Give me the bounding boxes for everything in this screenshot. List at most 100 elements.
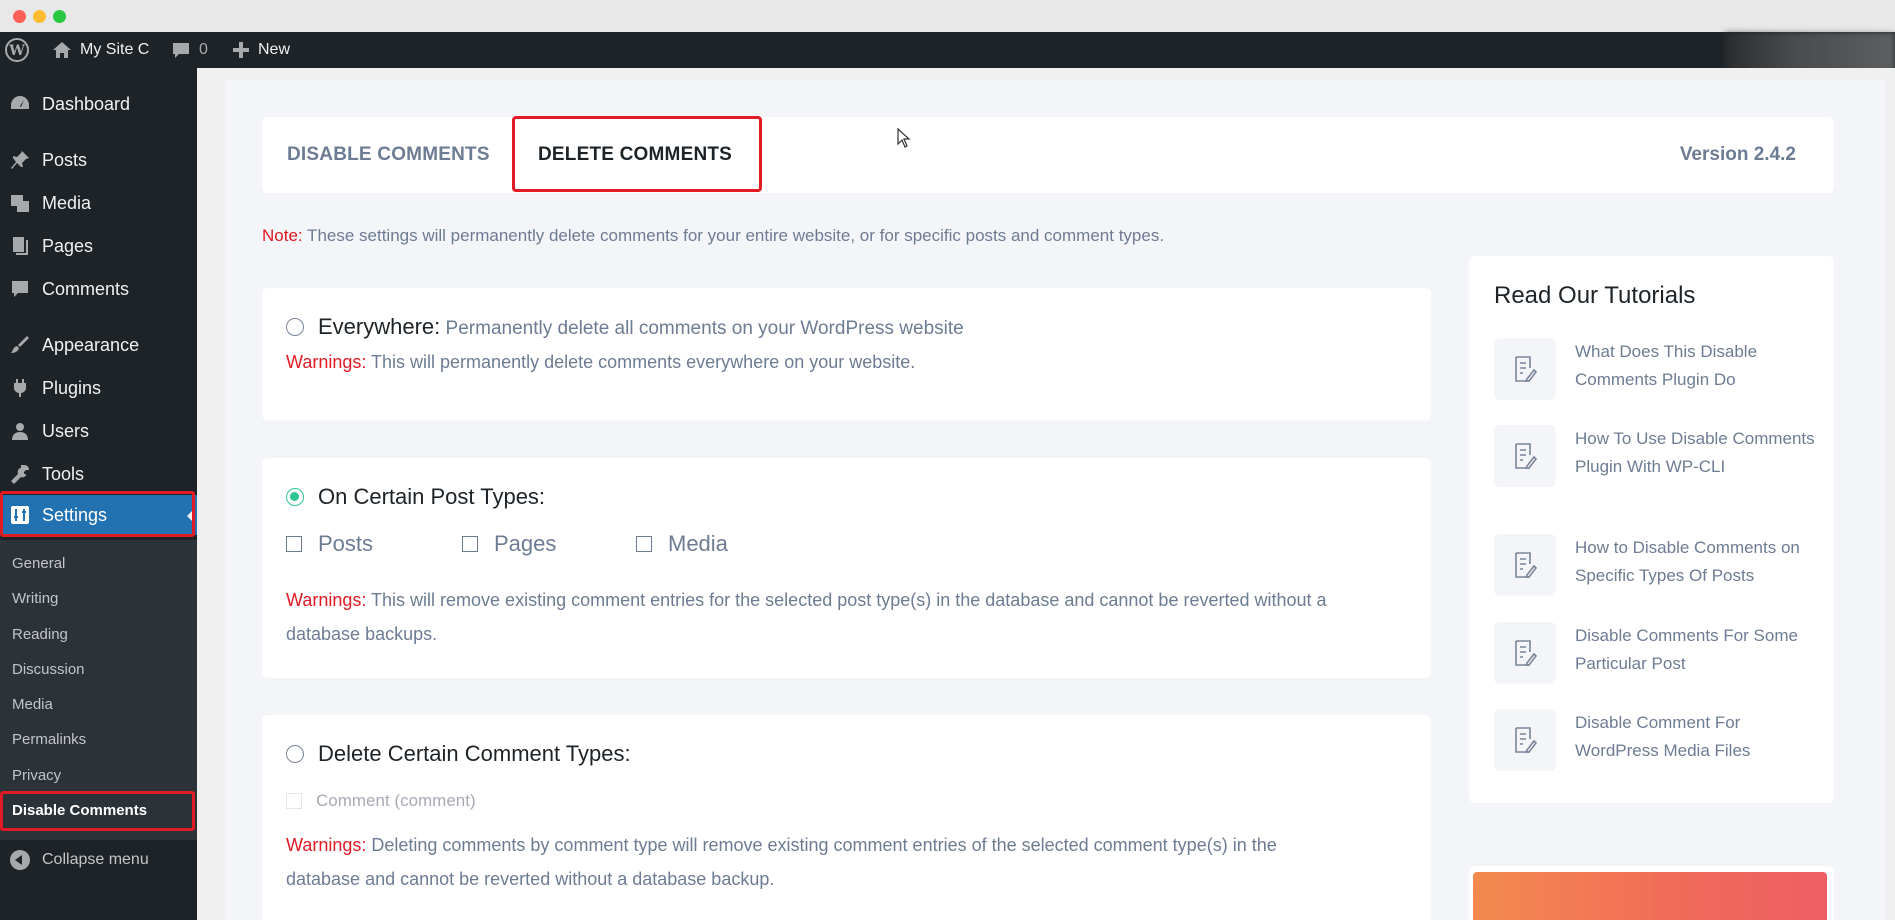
warning-label: Warnings: [286, 352, 367, 372]
svg-text:W: W [8, 43, 25, 59]
sidebar-item-media[interactable]: Media [0, 183, 197, 223]
submenu-reading[interactable]: Reading [12, 626, 68, 643]
sidebar-item-label: Posts [42, 149, 88, 170]
delete-tab-highlight-box [512, 116, 762, 192]
tutorial-link[interactable]: What Does This Disable Comments Plugin D… [1494, 338, 1824, 400]
tutorial-link[interactable]: Disable Comments For Some Particular Pos… [1494, 622, 1824, 684]
sidebar-item-label: Tools [42, 463, 85, 484]
tutorial-title: How to Disable Comments on Specific Type… [1575, 538, 1800, 585]
plus-icon [233, 42, 249, 58]
submenu-permalinks[interactable]: Permalinks [12, 731, 86, 748]
new-content-link[interactable]: New [232, 32, 290, 68]
warning-text: Deleting comments by comment type will r… [286, 835, 1277, 889]
tutorial-link[interactable]: How to Disable Comments on Specific Type… [1494, 534, 1824, 596]
sidebar-item-label: Plugins [42, 377, 102, 398]
version-label: Version 2.4.2 [1679, 144, 1796, 165]
wrench-icon [9, 463, 31, 485]
submenu-writing[interactable]: Writing [12, 590, 58, 607]
sidebar-item-dashboard[interactable]: Dashboard [0, 84, 197, 124]
promo-banner[interactable] [1473, 872, 1827, 920]
tutorials-box: Read Our Tutorials What Does This Disabl… [1469, 256, 1834, 803]
sidebar-item-label: Comments [42, 278, 130, 299]
sidebar-item-plugins[interactable]: Plugins [0, 368, 197, 408]
wordpress-logo-icon[interactable]: W [4, 32, 30, 68]
close-window-button[interactable] [13, 10, 26, 23]
everywhere-radio[interactable] [286, 318, 304, 336]
site-name: My Site C [80, 41, 150, 58]
comment-bubble-icon [173, 43, 189, 58]
admin-bar: W My Site C 0 New [0, 32, 1895, 72]
sidebar-item-posts[interactable]: Posts [0, 140, 197, 180]
everywhere-title: Everywhere: [318, 314, 441, 339]
document-edit-icon [1494, 709, 1556, 771]
everywhere-option: Everywhere: Permanently delete all comme… [318, 314, 964, 340]
everywhere-warning: Warnings: This will permanently delete c… [286, 345, 1351, 379]
option-card-comment-types: Delete Certain Comment Types: Comment (c… [262, 715, 1431, 920]
user-icon [9, 420, 31, 442]
mouse-cursor-icon [897, 128, 911, 148]
tab-disable-comments[interactable]: DISABLE COMMENTS [287, 117, 490, 193]
media-checkbox-label: Media [668, 531, 728, 556]
everywhere-desc: Permanently delete all comments on your … [440, 318, 964, 339]
pages-checkbox[interactable] [462, 536, 478, 552]
posts-checkbox-label: Posts [318, 531, 374, 556]
post-types-title: On Certain Post Types: [318, 484, 546, 509]
tutorials-title: Read Our Tutorials [1494, 282, 1696, 309]
warning-label: Warnings: [286, 835, 367, 855]
site-name-link[interactable]: My Site C [52, 32, 149, 68]
media-checkbox[interactable] [636, 536, 652, 552]
posts-checkbox[interactable] [286, 536, 302, 552]
submenu-discussion[interactable]: Discussion [12, 661, 85, 678]
sidebar-item-tools[interactable]: Tools [0, 454, 197, 494]
submenu-general[interactable]: General [12, 555, 65, 572]
pin-icon [9, 149, 31, 171]
maximize-window-button[interactable] [53, 10, 66, 23]
dashboard-icon [9, 93, 31, 115]
warning-text: This will remove existing comment entrie… [286, 590, 1327, 644]
pages-checkbox-label: Pages [494, 531, 557, 556]
sidebar-item-appearance[interactable]: Appearance [0, 325, 197, 365]
comment-type-checkbox-label: Comment (comment) [316, 791, 476, 810]
minimize-window-button[interactable] [33, 10, 46, 23]
comments-link[interactable]: 0 [171, 32, 208, 68]
post-types-radio[interactable] [286, 488, 304, 506]
comment-types-radio[interactable] [286, 745, 304, 763]
sidebar-item-label: Appearance [42, 334, 140, 355]
document-edit-icon [1494, 534, 1556, 596]
tutorial-title: How To Use Disable Comments Plugin With … [1575, 429, 1815, 476]
sidebar-item-users[interactable]: Users [0, 411, 197, 451]
media-icon [9, 192, 31, 214]
post-types-warning: Warnings: This will remove existing comm… [286, 583, 1351, 651]
account-area[interactable] [1725, 32, 1895, 72]
tutorial-title: What Does This Disable Comments Plugin D… [1575, 342, 1758, 389]
tutorial-title: Disable Comment For WordPress Media File… [1575, 713, 1751, 760]
comment-types-title: Delete Certain Comment Types: [318, 741, 631, 766]
tutorial-title: Disable Comments For Some Particular Pos… [1575, 626, 1798, 673]
sidebar-item-label: Users [42, 420, 90, 441]
sidebar-item-pages[interactable]: Pages [0, 226, 197, 266]
submenu-media[interactable]: Media [12, 696, 53, 713]
window-titlebar [0, 0, 1895, 32]
plug-icon [9, 377, 31, 399]
collapse-label: Collapse menu [42, 851, 149, 868]
comments-count: 0 [199, 41, 208, 58]
tutorial-link[interactable]: How To Use Disable Comments Plugin With … [1494, 425, 1824, 515]
comment-type-checkbox[interactable] [286, 793, 302, 809]
settings-note: Note: These settings will permanently de… [262, 226, 1164, 246]
document-edit-icon [1494, 622, 1556, 684]
submenu-privacy[interactable]: Privacy [12, 767, 61, 784]
collapse-menu-button[interactable]: Collapse menu [0, 842, 197, 878]
tutorial-link[interactable]: Disable Comment For WordPress Media File… [1494, 709, 1824, 771]
home-icon [53, 42, 71, 58]
sidebar-item-label: Pages [42, 235, 94, 256]
sidebar-item-label: Dashboard [42, 93, 131, 114]
tab-bar: DISABLE COMMENTS DELETE COMMENTS Version… [262, 117, 1834, 193]
sidebar-item-comments[interactable]: Comments [0, 269, 197, 309]
collapse-arrow-icon [10, 850, 30, 870]
disable-comments-highlight-box [0, 791, 195, 831]
document-edit-icon [1494, 425, 1556, 487]
option-card-post-types: On Certain Post Types: Posts Pages Media… [262, 458, 1431, 678]
sidebar-item-label: Media [42, 192, 92, 213]
warning-text: This will permanently delete comments ev… [366, 352, 916, 372]
note-label: Note: [262, 226, 303, 245]
